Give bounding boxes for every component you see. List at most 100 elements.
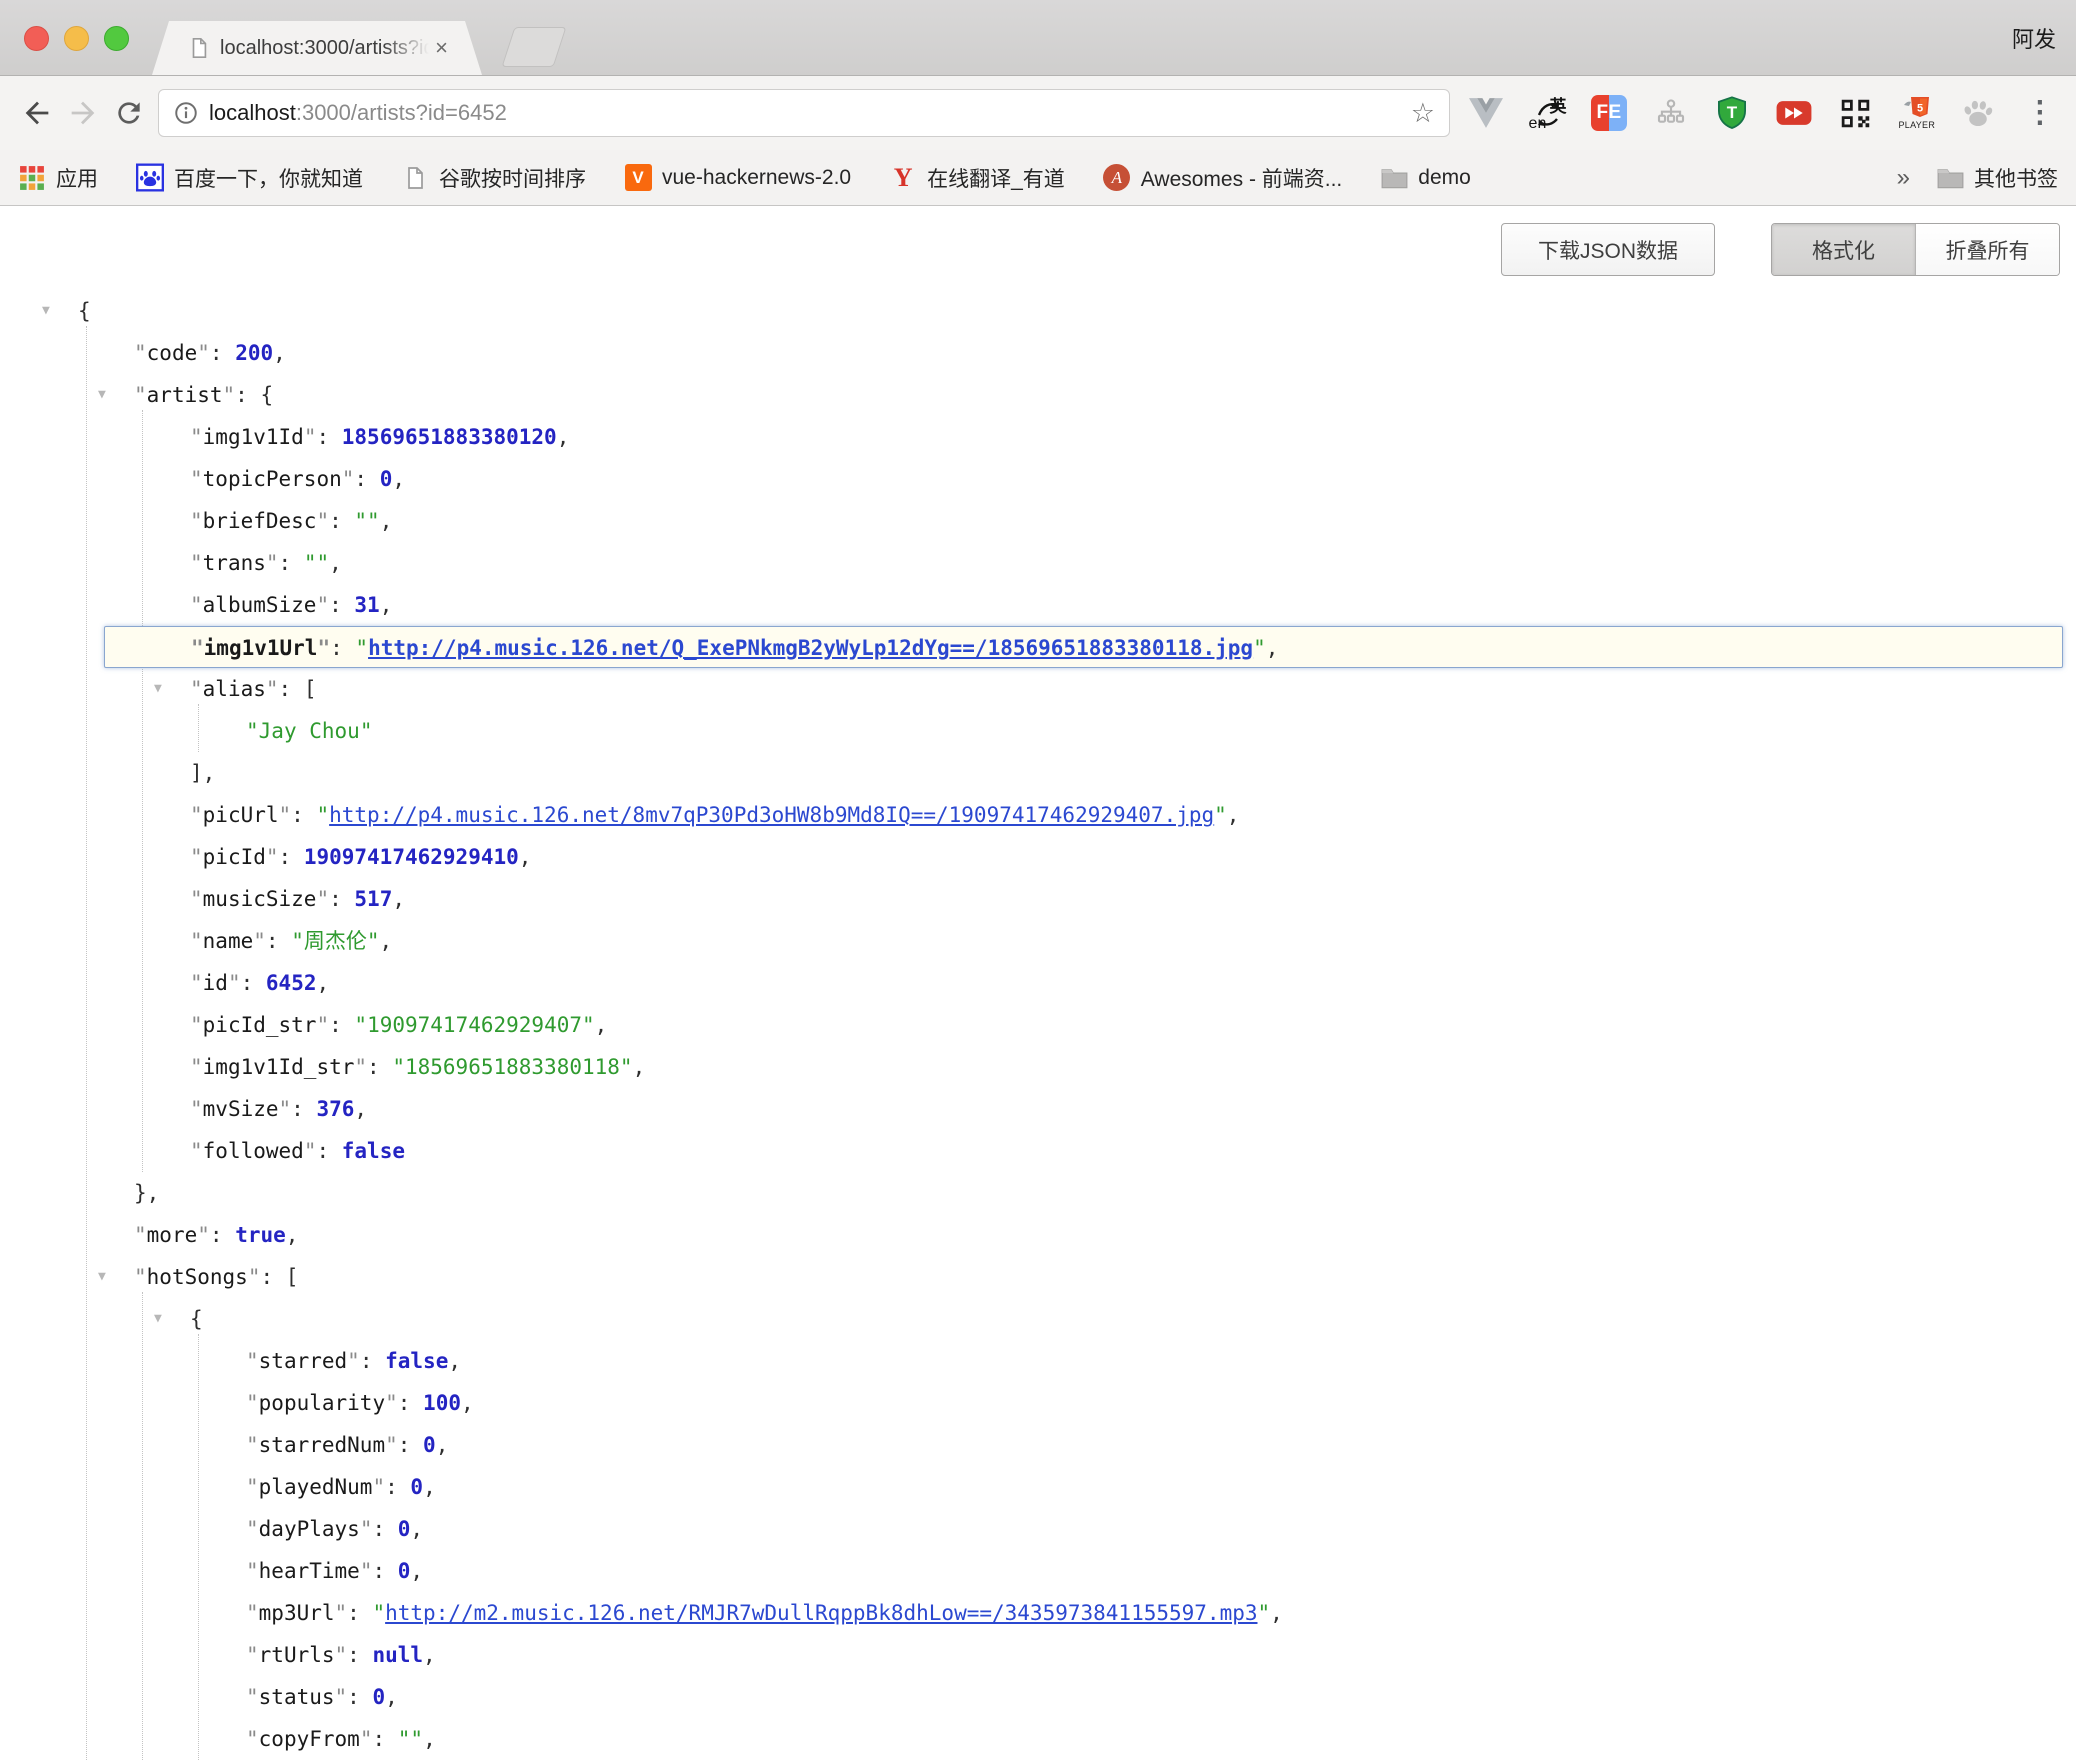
forward-button[interactable] (60, 90, 106, 136)
json-line: "name": "周杰伦", (0, 920, 2076, 962)
bookmark-label: 谷歌按时间排序 (439, 163, 586, 193)
tampermonkey-glyph: T (1727, 103, 1738, 122)
awesomes-icon: A (1103, 164, 1131, 192)
json-line: ▼{ (0, 1298, 2076, 1340)
bookmarks-overflow-icon[interactable]: » (1897, 164, 1910, 192)
bookmark-label: Awesomes - 前端资... (1141, 163, 1343, 193)
collapse-arrow-icon[interactable]: ▼ (42, 290, 50, 332)
bookmark-item[interactable]: 应用 (18, 163, 98, 193)
json-line: "more": true, (0, 1214, 2076, 1256)
bookmark-item[interactable]: A Awesomes - 前端资... (1103, 163, 1343, 193)
vue-devtools-icon[interactable] (1466, 91, 1506, 135)
fe-icon[interactable]: FE (1589, 91, 1629, 135)
new-tab-button[interactable] (502, 27, 567, 67)
collapse-arrow-icon[interactable]: ▼ (154, 1298, 162, 1340)
bookmark-star-icon[interactable]: ☆ (1411, 100, 1435, 127)
maximize-window-button[interactable] (104, 26, 129, 51)
translate-icon[interactable]: 英 en (1528, 91, 1568, 135)
page-icon (401, 164, 429, 192)
json-line: "starredNum": 0, (0, 1424, 2076, 1466)
address-bar[interactable]: localhost:3000/artists?id=6452 ☆ (158, 89, 1450, 137)
reload-button[interactable] (106, 90, 152, 136)
html5-player-label: PLAYER (1899, 121, 1936, 130)
html5-player-icon[interactable]: 5 PLAYER (1897, 91, 1937, 135)
json-line: ▼{ (0, 290, 2076, 332)
bookmark-label: 百度一下，你就知道 (174, 163, 363, 193)
collapse-all-button[interactable]: 折叠所有 (1915, 224, 2059, 275)
json-line: "starred": false, (0, 1340, 2076, 1382)
json-line: "trans": "", (0, 542, 2076, 584)
json-line: "code": 200, (0, 332, 2076, 374)
collapse-arrow-icon[interactable]: ▼ (98, 1256, 106, 1298)
download-json-button[interactable]: 下载JSON数据 (1501, 223, 1715, 276)
json-line: ▼"artist": { (0, 374, 2076, 416)
json-url-link[interactable]: http://p4.music.126.net/Q_ExePNkmgB2yWyL… (368, 636, 1253, 660)
window-controls (24, 26, 129, 51)
json-line: "picId": 19097417462929410, (0, 836, 2076, 878)
json-line: "img1v1Id": 18569651883380120, (0, 416, 2076, 458)
other-bookmarks-folder[interactable]: 其他书签 (1936, 163, 2058, 193)
json-line: "img1v1Id_str": "18569651883380118", (0, 1046, 2076, 1088)
json-line: "img1v1Url": "http://p4.music.126.net/Q_… (104, 626, 2063, 668)
close-window-button[interactable] (24, 26, 49, 51)
bookmarks-list: 应用 百度一下，你就知道 谷歌按时间排序 Vvue-hackernews-2.0 Y 在线… (18, 163, 1471, 193)
apps-icon (18, 164, 46, 192)
json-line: "topicPerson": 0, (0, 458, 2076, 500)
bookmarks-right: » 其他书签 (1897, 163, 2058, 193)
other-bookmarks-label: 其他书签 (1974, 163, 2058, 193)
bookmark-label: vue-hackernews-2.0 (662, 166, 851, 190)
json-url-link[interactable]: http://m2.music.126.net/RMJR7wDullRqppBk… (385, 1601, 1257, 1625)
qr-code-icon[interactable] (1835, 91, 1875, 135)
html5-glyph: 5 (1917, 103, 1923, 115)
json-line: ], (0, 752, 2076, 794)
browser-menu-icon[interactable]: ⋮ (2020, 91, 2060, 135)
bookmark-label: 在线翻译_有道 (927, 163, 1065, 193)
url-host: localhost (209, 100, 296, 125)
youdao-icon: Y (889, 164, 917, 192)
sitemap-icon[interactable] (1651, 91, 1691, 135)
json-line: "picId_str": "19097417462929407", (0, 1004, 2076, 1046)
json-line: ▼"alias": [ (0, 668, 2076, 710)
collapse-arrow-icon[interactable]: ▼ (154, 668, 162, 710)
json-line: "briefDesc": "", (0, 500, 2076, 542)
json-line: "id": 6452, (0, 962, 2076, 1004)
back-button[interactable] (14, 90, 60, 136)
bookmark-item[interactable]: Y 在线翻译_有道 (889, 163, 1065, 193)
json-line: "playedNum": 0, (0, 1466, 2076, 1508)
paw-icon[interactable] (1958, 91, 1998, 135)
tab-title: localhost:3000/artists?id=645 (220, 37, 429, 60)
json-line: "picUrl": "http://p4.music.126.net/8mv7q… (0, 794, 2076, 836)
url-text[interactable]: localhost:3000/artists?id=6452 (209, 100, 507, 126)
menu-dots-glyph: ⋮ (2025, 98, 2055, 128)
json-line: "mvSize": 376, (0, 1088, 2076, 1130)
bookmark-item[interactable]: demo (1380, 164, 1471, 192)
json-line: ▼"hotSongs": [ (0, 1256, 2076, 1298)
site-info-icon[interactable] (173, 100, 199, 126)
vue-icon: V (624, 164, 652, 192)
fast-forward-icon[interactable] (1774, 91, 1814, 135)
view-mode-toggle: 格式化 折叠所有 (1771, 223, 2060, 276)
json-line: "dayPlays": 0, (0, 1508, 2076, 1550)
minimize-window-button[interactable] (64, 26, 89, 51)
format-button[interactable]: 格式化 (1772, 224, 1915, 275)
browser-tab[interactable]: localhost:3000/artists?id=645 × (152, 21, 482, 75)
baidu-icon (136, 164, 164, 192)
json-line: "followed": false (0, 1130, 2076, 1172)
bookmark-item[interactable]: 谷歌按时间排序 (401, 163, 586, 193)
json-url-link[interactable]: http://p4.music.126.net/8mv7qP30Pd3oHW8b… (329, 803, 1214, 827)
browser-profile-name[interactable]: 阿发 (2012, 22, 2056, 54)
json-line: "Jay Chou" (0, 710, 2076, 752)
bookmark-item[interactable]: Vvue-hackernews-2.0 (624, 164, 851, 192)
json-line: "popularity": 100, (0, 1382, 2076, 1424)
fe-glyph: FE (1591, 95, 1627, 131)
json-line: "hearTime": 0, (0, 1550, 2076, 1592)
tampermonkey-icon[interactable]: T (1712, 91, 1752, 135)
tab-close-icon[interactable]: × (435, 37, 448, 59)
page-icon (188, 36, 210, 60)
json-viewer-actions: 下载JSON数据 格式化 折叠所有 (0, 206, 2076, 268)
bookmarks-bar: 应用 百度一下，你就知道 谷歌按时间排序 Vvue-hackernews-2.0 Y 在线… (0, 150, 2076, 206)
page-content: 下载JSON数据 格式化 折叠所有 ▼{"code": 200,▼"artist… (0, 206, 2076, 1760)
collapse-arrow-icon[interactable]: ▼ (98, 374, 106, 416)
bookmark-item[interactable]: 百度一下，你就知道 (136, 163, 363, 193)
window-titlebar: localhost:3000/artists?id=645 × 阿发 (0, 0, 2076, 76)
